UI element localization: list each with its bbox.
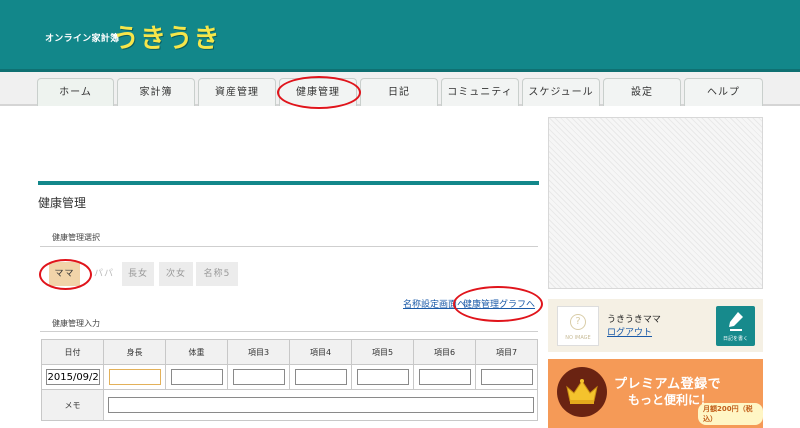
tab-help[interactable]: ヘルプ bbox=[684, 78, 763, 106]
column-header-item6: 項目6 bbox=[413, 339, 476, 365]
pen-icon bbox=[729, 312, 743, 331]
table-memo-row: メモ bbox=[41, 389, 538, 421]
person-button-name5[interactable]: 名称5 bbox=[196, 262, 238, 286]
tab-household-accounts[interactable]: 家計簿 bbox=[117, 78, 195, 106]
column-header-height: 身長 bbox=[103, 339, 166, 365]
divider bbox=[40, 331, 538, 332]
logout-link[interactable]: ログアウト bbox=[607, 325, 652, 338]
column-header-item5: 項目5 bbox=[351, 339, 414, 365]
section-divider bbox=[38, 181, 539, 185]
date-input[interactable] bbox=[45, 369, 100, 385]
tab-settings[interactable]: 設定 bbox=[603, 78, 681, 106]
page-title: 健康管理 bbox=[38, 196, 87, 210]
tab-home[interactable]: ホーム bbox=[37, 78, 114, 106]
divider bbox=[40, 246, 538, 247]
item5-input[interactable] bbox=[356, 369, 409, 385]
write-diary-label: 日記を書く bbox=[722, 336, 748, 342]
avatar: ? NO IMAGE bbox=[557, 306, 599, 346]
weight-input[interactable] bbox=[170, 369, 223, 385]
person-button-mama[interactable]: ママ bbox=[49, 262, 80, 286]
column-header-weight: 体重 bbox=[165, 339, 228, 365]
item3-input[interactable] bbox=[232, 369, 285, 385]
username: うきうきママ bbox=[607, 315, 661, 325]
site-logo[interactable]: うきうき bbox=[113, 18, 220, 55]
tab-diary[interactable]: 日記 bbox=[360, 78, 438, 106]
item7-input[interactable] bbox=[480, 369, 533, 385]
tab-schedule[interactable]: スケジュール bbox=[522, 78, 600, 106]
person-button-eldest-daughter[interactable]: 長女 bbox=[122, 262, 154, 286]
person-button-papa[interactable]: パパ bbox=[88, 262, 120, 286]
item6-input[interactable] bbox=[418, 369, 471, 385]
input-section-heading: 健康管理入力 bbox=[52, 319, 100, 328]
tab-community[interactable]: コミュニティ bbox=[441, 78, 519, 106]
table-input-row bbox=[41, 364, 538, 390]
tab-asset-management[interactable]: 資産管理 bbox=[198, 78, 276, 106]
column-header-item4: 項目4 bbox=[289, 339, 352, 365]
memo-input[interactable] bbox=[107, 397, 534, 413]
health-input-table: 日付 身長 体重 項目3 項目4 項目5 項目6 項目7 メモ bbox=[41, 339, 538, 421]
column-header-date: 日付 bbox=[41, 339, 104, 365]
no-image-label: NO IMAGE bbox=[565, 335, 591, 341]
memo-label: メモ bbox=[41, 389, 104, 421]
tab-health-management[interactable]: 健康管理 bbox=[279, 78, 357, 106]
name-settings-link[interactable]: 名称設定画面へ bbox=[403, 297, 466, 310]
column-header-item7: 項目7 bbox=[475, 339, 538, 365]
premium-headline: プレミアム登録で bbox=[614, 377, 722, 392]
app-subtitle: オンライン家計簿 bbox=[45, 34, 120, 44]
person-button-second-daughter[interactable]: 次女 bbox=[159, 262, 193, 286]
write-diary-button[interactable]: 日記を書く bbox=[716, 306, 755, 346]
height-input[interactable] bbox=[108, 369, 161, 385]
premium-banner[interactable]: プレミアム登録で もっと便利に！ 月額200円（税込） bbox=[548, 359, 763, 428]
item4-input[interactable] bbox=[294, 369, 347, 385]
price-badge: 月額200円（税込） bbox=[698, 403, 763, 425]
site-header: オンライン家計簿 うきうき bbox=[0, 0, 800, 72]
select-section-heading: 健康管理選択 bbox=[52, 233, 100, 242]
health-graph-link[interactable]: 健康管理グラフへ bbox=[463, 297, 535, 310]
question-icon: ? bbox=[570, 314, 586, 330]
column-header-item3: 項目3 bbox=[227, 339, 290, 365]
table-header-row: 日付 身長 体重 項目3 項目4 項目5 項目6 項目7 bbox=[41, 339, 538, 365]
ad-placeholder bbox=[548, 117, 763, 289]
crown-icon bbox=[566, 379, 598, 404]
crown-emblem bbox=[557, 367, 607, 417]
